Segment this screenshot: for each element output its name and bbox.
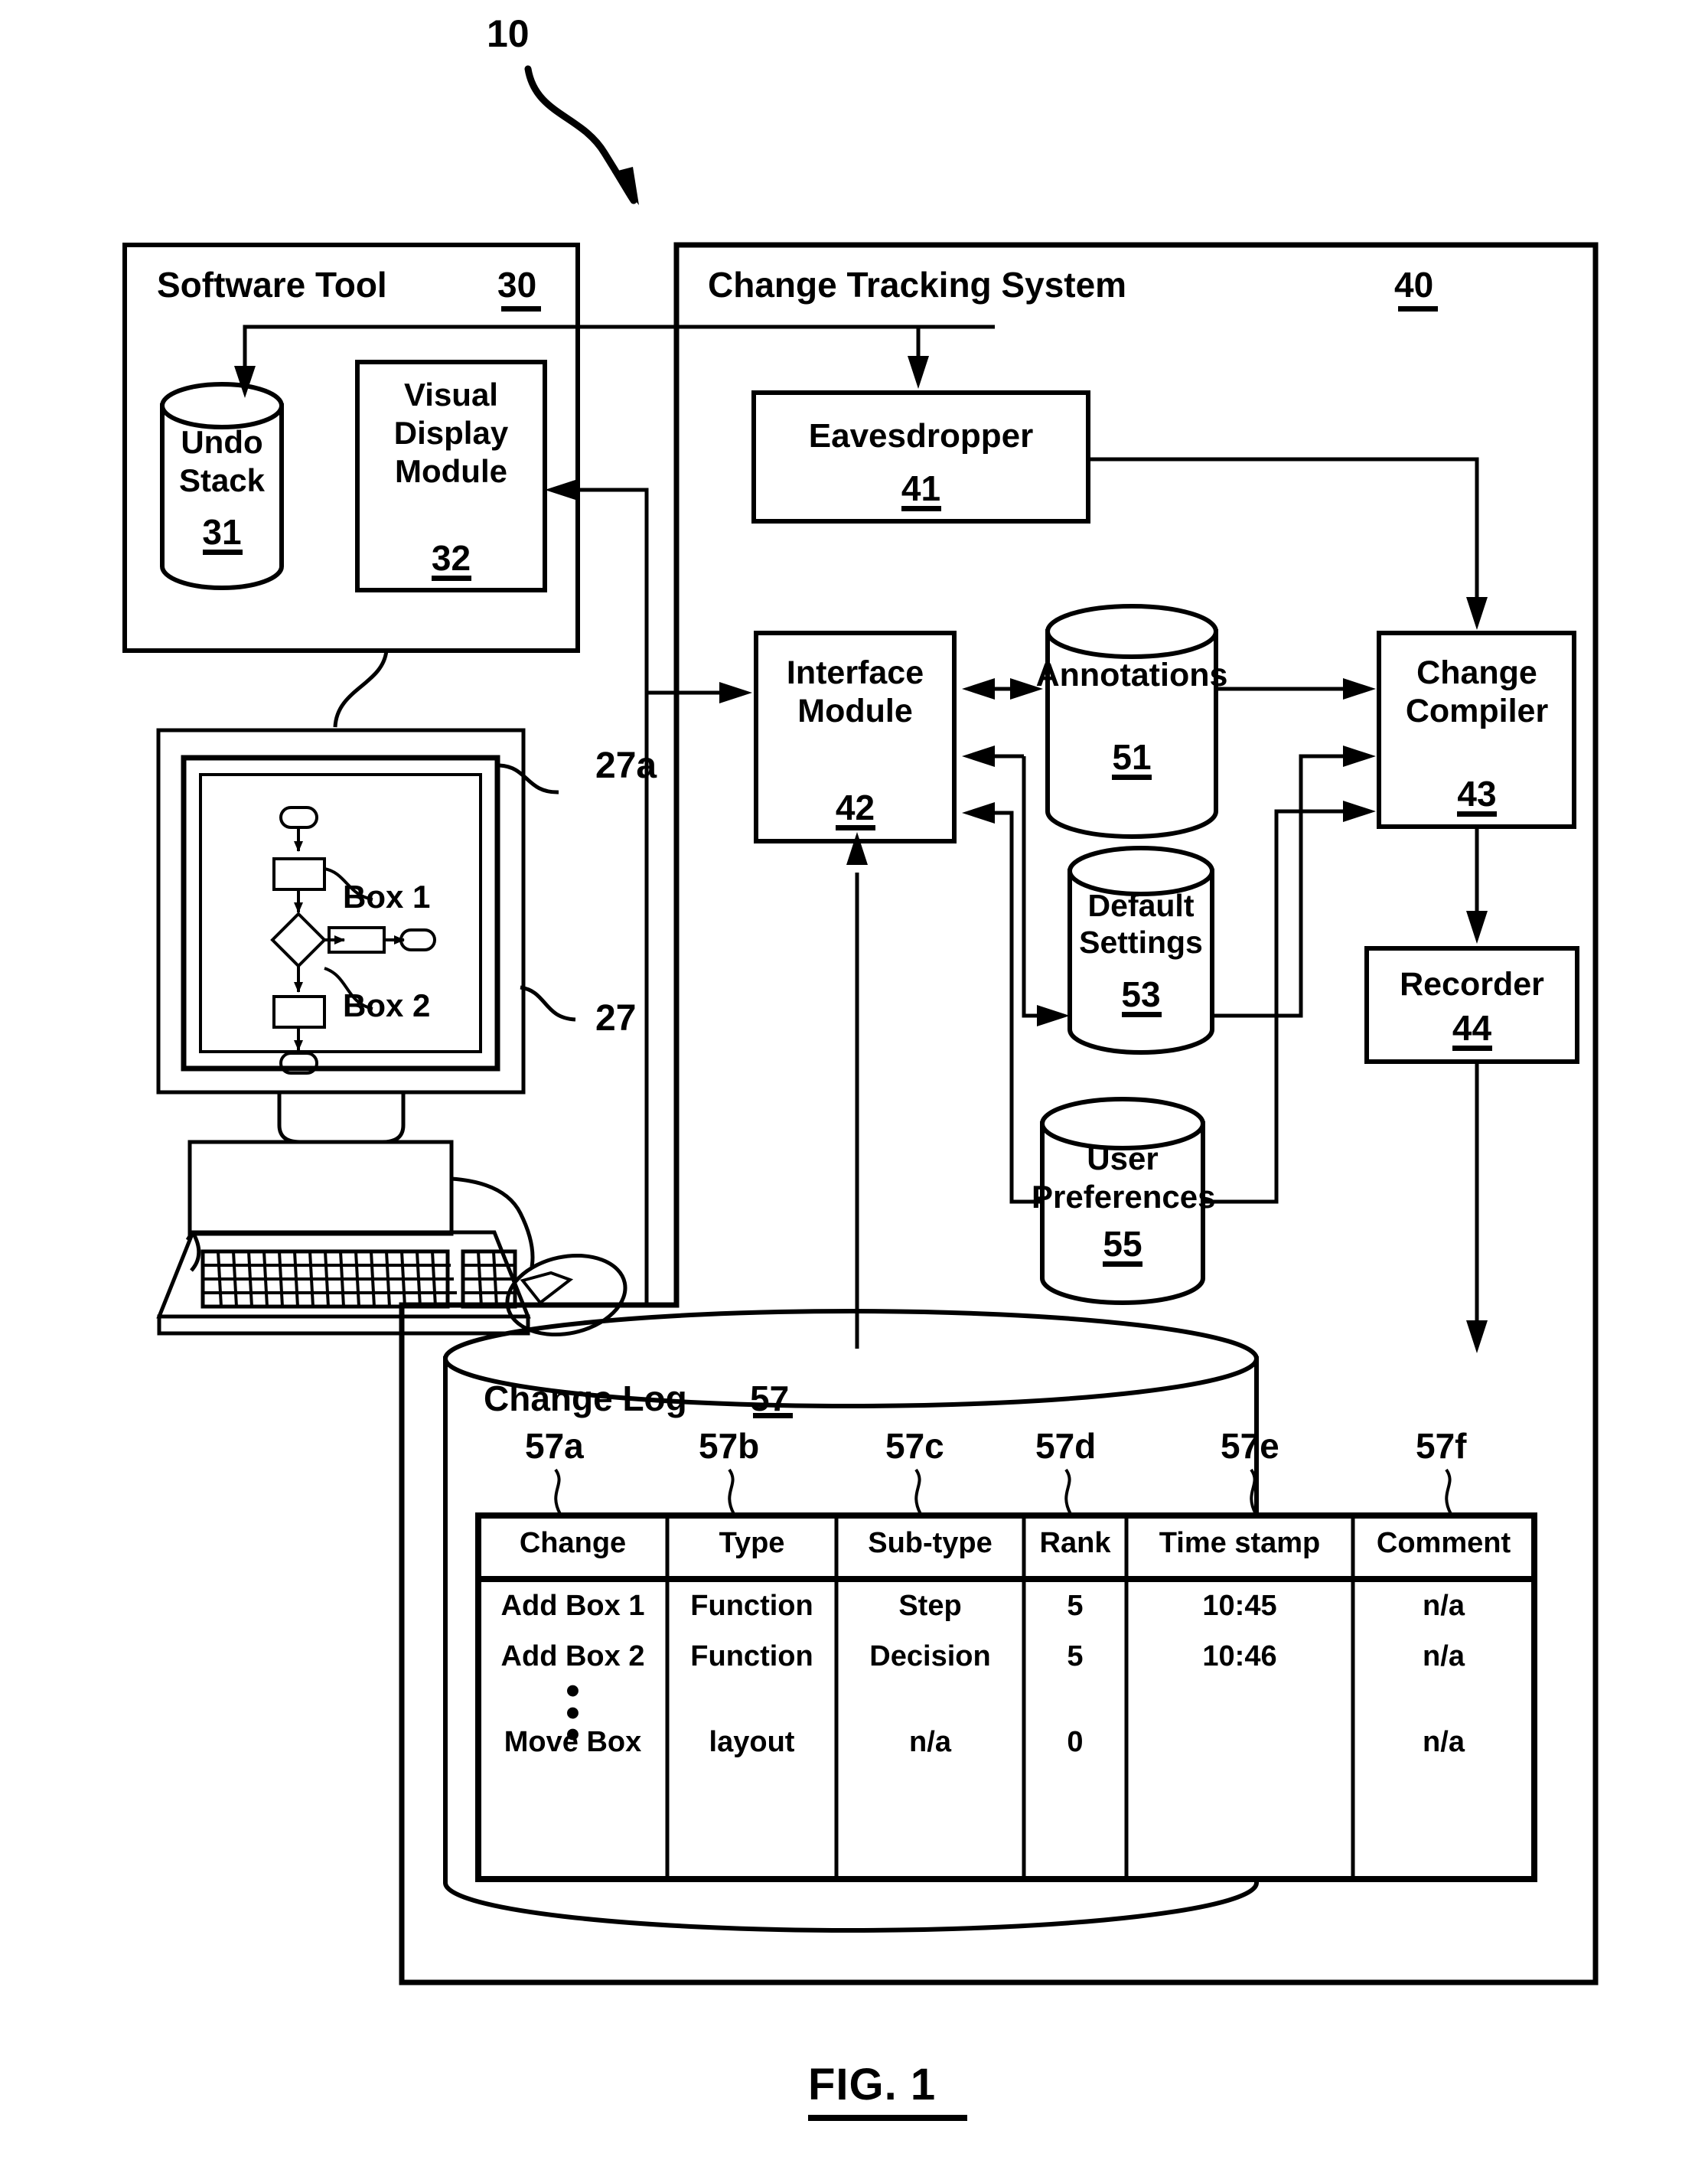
default-settings-label-line2: Settings xyxy=(1079,925,1203,960)
keyboard-icon xyxy=(156,1230,531,1336)
visual-display-module-label-line1: Visual xyxy=(404,377,498,413)
change-tracking-system-title: Change Tracking System xyxy=(708,265,1127,305)
visual-display-module-ref: 32 xyxy=(431,538,471,578)
user-preferences-label-line1: User xyxy=(1087,1140,1159,1176)
undo-stack-ref: 31 xyxy=(202,512,242,552)
change-log-header-cell: Rank xyxy=(1039,1527,1111,1559)
change-tracking-system-ref: 40 xyxy=(1394,265,1434,305)
change-log-ref: 57 xyxy=(750,1379,790,1418)
annotations-label: Annotations xyxy=(1035,657,1228,693)
visual-display-module-label-line3: Module xyxy=(395,453,507,489)
user-preferences-label-line2: Preferences xyxy=(1032,1179,1216,1215)
change-log-column-ref-57e: 57e xyxy=(1221,1426,1279,1466)
change-log-cell: 5 xyxy=(1067,1640,1084,1672)
visual-display-module-label-line2: Display xyxy=(393,415,509,451)
fig-caption: FIG. 1 xyxy=(808,2060,937,2109)
change-log-column-ref-57a: 57a xyxy=(525,1426,584,1466)
change-compiler-label-line1: Change xyxy=(1416,654,1537,691)
software-tool-title: Software Tool xyxy=(157,265,387,305)
change-log-header-cell: Comment xyxy=(1376,1527,1511,1559)
change-compiler-ref: 43 xyxy=(1457,774,1497,814)
interface-module-label-line2: Module xyxy=(797,693,913,729)
system-reference-10: 10 xyxy=(487,12,530,55)
change-log-cell: Step xyxy=(898,1590,962,1622)
change-log-cell: 10:45 xyxy=(1202,1590,1277,1622)
change-log-cell: n/a xyxy=(1423,1726,1465,1758)
change-log-cell: layout xyxy=(709,1726,795,1758)
change-log-cell: Decision xyxy=(869,1640,991,1672)
system-leader xyxy=(524,65,639,205)
software-tool-ref: 30 xyxy=(497,265,537,305)
user-preferences-ref: 55 xyxy=(1103,1224,1142,1264)
figure-canvas xyxy=(122,65,1599,2121)
change-log-cell: 5 xyxy=(1067,1590,1084,1622)
flowchart-box2-label: Box 2 xyxy=(343,987,431,1023)
default-settings-label-line1: Default xyxy=(1087,888,1195,923)
interface-module-ref: 42 xyxy=(835,788,875,827)
change-log-ellipsis: • • • xyxy=(566,1669,580,1757)
monitor-reference-27: 27 xyxy=(595,998,637,1039)
change-log-cell: n/a xyxy=(909,1726,951,1758)
annotations-cylinder xyxy=(1045,604,1218,839)
fig-caption-underline xyxy=(808,2115,967,2121)
change-log-column-ref-57f: 57f xyxy=(1416,1426,1467,1466)
change-compiler-label-line2: Compiler xyxy=(1405,693,1549,729)
change-log-cell: n/a xyxy=(1423,1590,1465,1622)
change-log-cell: 0 xyxy=(1067,1726,1084,1758)
screen-reference-27a: 27a xyxy=(595,746,657,786)
eavesdropper-label: Eavesdropper xyxy=(808,417,1034,455)
change-log-cell: Function xyxy=(690,1590,813,1622)
change-log-cell: 10:46 xyxy=(1202,1640,1277,1672)
recorder-label: Recorder xyxy=(1400,966,1544,1003)
undo-stack-label-line1: Undo xyxy=(181,424,263,460)
change-log-header-cell: Change xyxy=(519,1527,627,1559)
undo-stack-label-line2: Stack xyxy=(178,462,266,498)
leader-57f xyxy=(1445,1468,1452,1515)
change-log-cell: Function xyxy=(690,1640,813,1672)
change-log-title: Change Log xyxy=(484,1379,687,1418)
change-log-cell: Add Box 1 xyxy=(500,1590,645,1622)
change-log-column-ref-57b: 57b xyxy=(699,1426,760,1466)
change-log-column-ref-57c: 57c xyxy=(885,1426,944,1466)
default-settings-ref: 53 xyxy=(1121,974,1161,1014)
screen-leader-27a xyxy=(499,763,559,794)
flowchart-box1-label: Box 1 xyxy=(343,879,431,915)
annotations-ref: 51 xyxy=(1112,737,1152,777)
change-log-header-cell: Sub-type xyxy=(868,1527,993,1559)
screen-flowchart xyxy=(270,806,436,1075)
change-log-header-cell: Type xyxy=(719,1527,785,1559)
interface-module-label-line1: Interface xyxy=(786,654,924,691)
change-log-header-cell: Time stamp xyxy=(1159,1527,1321,1559)
monitor-leader-27 xyxy=(520,985,576,1022)
vdm-to-monitor-leader xyxy=(333,650,389,728)
recorder-ref: 44 xyxy=(1452,1008,1492,1048)
patent-figure: 10 Software Tool 30 Change Tracking Syst… xyxy=(0,0,1708,2173)
change-log-cell: n/a xyxy=(1423,1640,1465,1672)
eavesdropper-ref: 41 xyxy=(901,468,941,508)
change-log-column-ref-57d: 57d xyxy=(1035,1426,1097,1466)
